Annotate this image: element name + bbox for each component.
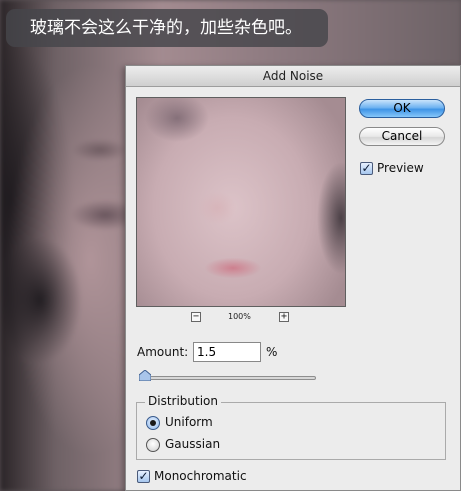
amount-unit: % <box>266 345 278 359</box>
plus-icon: + <box>280 311 288 322</box>
monochromatic-label: Monochromatic <box>154 469 247 483</box>
cancel-button[interactable]: Cancel <box>359 127 445 146</box>
zoom-level: 100% <box>228 312 251 321</box>
preview-label: Preview <box>377 161 424 175</box>
cancel-button-label: Cancel <box>381 129 423 143</box>
tutorial-caption: 玻璃不会这么干净的，加些杂色吧。 <box>6 9 328 47</box>
zoom-controls: − 100% + <box>136 311 346 325</box>
add-noise-dialog: Add Noise − 100% + OK Cancel ✓ Preview A… <box>125 65 461 491</box>
uniform-radio[interactable] <box>146 416 160 430</box>
distribution-group <box>136 402 446 460</box>
dialog-titlebar[interactable]: Add Noise <box>126 66 460 87</box>
uniform-label: Uniform <box>165 415 213 429</box>
ok-button[interactable]: OK <box>359 99 445 118</box>
zoom-in-button[interactable]: + <box>279 312 289 322</box>
amount-slider-track[interactable] <box>140 376 316 380</box>
caption-text: 玻璃不会这么干净的，加些杂色吧。 <box>30 18 302 38</box>
zoom-out-button[interactable]: − <box>191 312 201 322</box>
ok-button-label: OK <box>393 101 411 115</box>
checkmark-icon: ✓ <box>361 161 372 175</box>
preview-image[interactable] <box>136 97 346 307</box>
amount-label: Amount: <box>137 345 189 359</box>
distribution-title: Distribution <box>145 394 222 408</box>
checkmark-icon: ✓ <box>138 469 149 483</box>
preview-checkbox[interactable]: ✓ <box>360 162 373 175</box>
gaussian-label: Gaussian <box>165 437 221 451</box>
amount-input[interactable] <box>193 342 261 362</box>
gaussian-radio[interactable] <box>146 438 160 452</box>
monochromatic-checkbox[interactable]: ✓ <box>137 470 150 483</box>
amount-slider-thumb[interactable] <box>138 370 151 381</box>
dialog-title: Add Noise <box>262 69 324 83</box>
minus-icon: − <box>192 311 200 322</box>
